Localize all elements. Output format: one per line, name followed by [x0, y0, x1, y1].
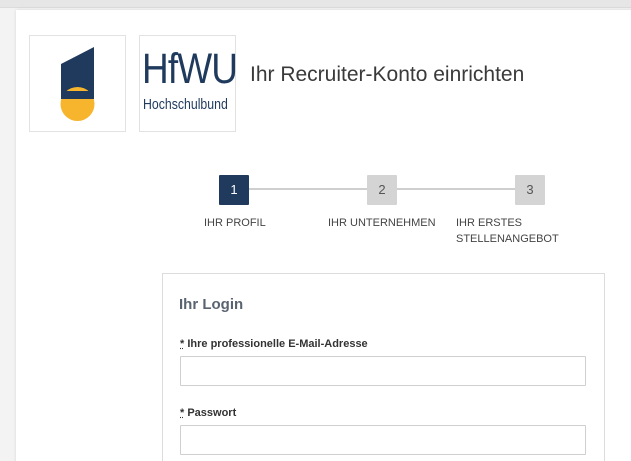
required-marker: *: [180, 338, 185, 350]
email-field[interactable]: [180, 356, 586, 386]
institution-logo-mark: [29, 35, 126, 132]
step-3-label: IHR ERSTES STELLENANGEBOT: [456, 215, 559, 247]
logo-text: HfWU: [142, 45, 238, 93]
step-3-label-line2: STELLENANGEBOT: [456, 233, 559, 245]
email-label: * Ihre professionelle E-Mail-Adresse: [180, 338, 368, 350]
step-1-label: IHR PROFIL: [204, 217, 266, 229]
step-2-number[interactable]: 2: [367, 175, 397, 205]
stepper-connector: [249, 188, 367, 190]
step-3-label-line1: IHR ERSTES: [456, 217, 523, 229]
login-card-title: Ihr Login: [179, 296, 244, 313]
step-2-label: IHR UNTERNEHMEN: [328, 217, 436, 229]
password-field[interactable]: [180, 425, 586, 455]
page-title: Ihr Recruiter-Konto einrichten: [250, 63, 525, 86]
required-marker: *: [180, 407, 185, 419]
step-1-number[interactable]: 1: [219, 175, 249, 205]
step-3-number[interactable]: 3: [515, 175, 545, 205]
hfwu-logo: HfWU Hochschulbund: [139, 35, 238, 132]
password-label: * Passwort: [180, 407, 236, 419]
password-label-text: Passwort: [187, 407, 237, 419]
browser-top-strip: [0, 0, 631, 8]
logo-mark-icon: [60, 47, 95, 121]
email-label-text: Ihre professionelle E-Mail-Adresse: [187, 338, 368, 350]
stepper-connector: [397, 188, 515, 190]
logo-subtext: Hochschulbund: [143, 96, 228, 113]
